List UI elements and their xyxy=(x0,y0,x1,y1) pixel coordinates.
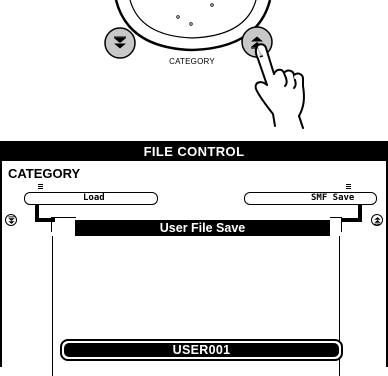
smf-save-item-label: SMF Save xyxy=(311,193,355,203)
scroll-left-button[interactable] xyxy=(5,214,17,226)
double-chevron-down-icon xyxy=(104,27,136,59)
load-item[interactable]: Load xyxy=(24,192,158,205)
double-chevron-down-icon xyxy=(7,215,15,224)
scroll-right-button[interactable] xyxy=(371,214,383,226)
load-item-label: Load xyxy=(83,193,105,203)
category-down-button[interactable] xyxy=(104,27,136,59)
left-item-marker xyxy=(38,184,43,189)
category-caption: CATEGORY xyxy=(169,57,215,66)
smf-save-item[interactable]: SMF Save xyxy=(244,192,377,205)
right-connector xyxy=(330,217,342,232)
filename-field[interactable]: USER001 xyxy=(60,339,343,361)
double-chevron-up-icon xyxy=(373,216,381,225)
lcd-screen: CATEGORY Load SMF Save User File Save US… xyxy=(0,161,388,376)
lcd-panel: FILE CONTROL CATEGORY Load SMF Save User… xyxy=(0,141,388,376)
panel-title: FILE CONTROL xyxy=(0,143,388,161)
filename-value: USER001 xyxy=(64,343,339,357)
category-label: CATEGORY xyxy=(8,166,81,181)
dial-inner-arc xyxy=(129,0,257,39)
right-bracket xyxy=(342,205,362,222)
pointing-hand-icon xyxy=(254,43,305,129)
panel-illustration: CATEGORY xyxy=(0,0,388,130)
left-connector xyxy=(51,217,76,232)
right-item-marker xyxy=(346,184,351,189)
dialog-title: User File Save xyxy=(75,220,330,236)
